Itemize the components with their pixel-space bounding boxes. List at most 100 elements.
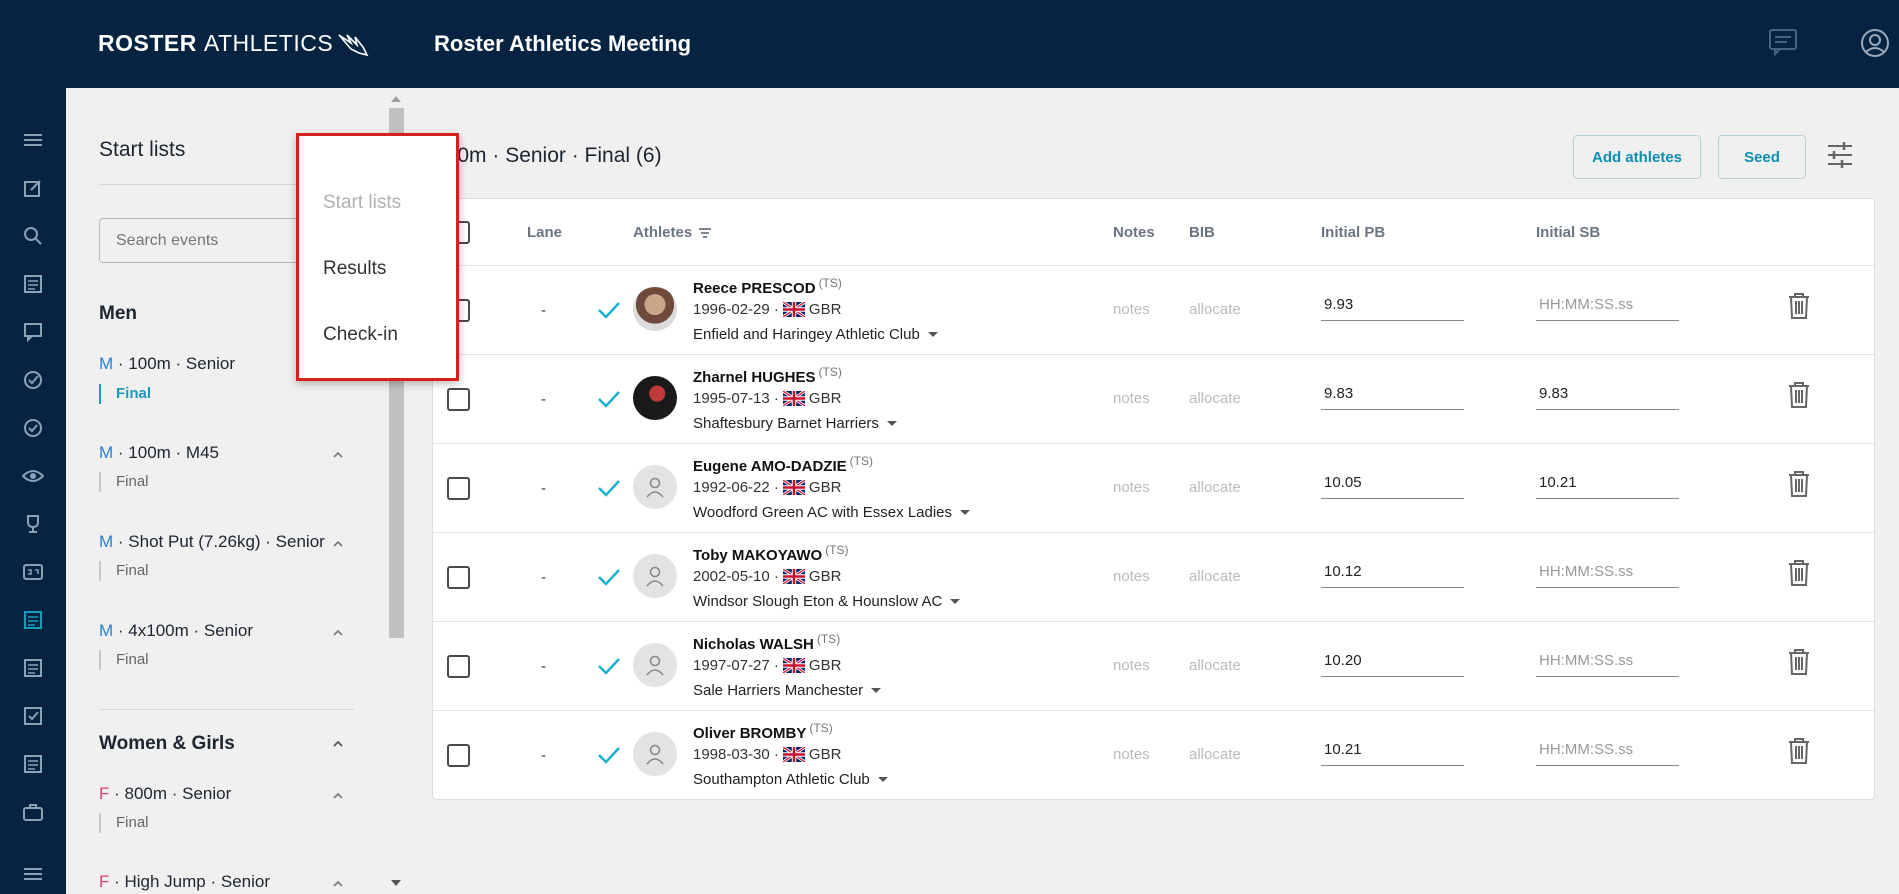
lane-value[interactable]: -: [541, 480, 546, 497]
round-item[interactable]: Final: [99, 650, 149, 670]
event-item[interactable]: M · 100m · M45: [99, 443, 219, 463]
bib-field[interactable]: allocate: [1189, 568, 1241, 585]
trash-icon[interactable]: [1788, 382, 1810, 408]
scroll-up-arrow[interactable]: [391, 96, 401, 102]
club-dropdown[interactable]: Enfield and Haringey Athletic Club: [693, 326, 938, 343]
chevron-up-icon[interactable]: [330, 788, 346, 804]
results-list-icon[interactable]: [21, 656, 45, 680]
lane-value[interactable]: -: [541, 658, 546, 675]
chevron-up-icon[interactable]: [330, 876, 346, 892]
report-icon[interactable]: [21, 752, 45, 776]
initial-pb-input[interactable]: 10.05: [1321, 469, 1464, 499]
column-header-athletes[interactable]: Athletes: [633, 224, 712, 241]
event-item[interactable]: M · Shot Put (7.26kg) · Senior: [99, 532, 325, 552]
initial-sb-input[interactable]: 9.83: [1536, 380, 1679, 410]
start-lists-icon[interactable]: [21, 608, 45, 632]
row-checkbox[interactable]: [447, 388, 470, 411]
trash-icon[interactable]: [1788, 560, 1810, 586]
lane-value[interactable]: -: [541, 747, 546, 764]
notes-field[interactable]: notes: [1113, 390, 1150, 407]
athlete-name-cell[interactable]: Toby MAKOYAWO (TS): [693, 543, 849, 564]
initial-pb-input[interactable]: 10.12: [1321, 558, 1464, 588]
athlete-name-cell[interactable]: Nicholas WALSH (TS): [693, 632, 840, 653]
event-item[interactable]: M · 4x100m · Senior: [99, 621, 253, 641]
table-row: - Zharnel HUGHES (TS) 1995-07-13 · GBR Sha…: [433, 354, 1874, 443]
initial-sb-input[interactable]: HH:MM:SS.ss: [1536, 736, 1679, 766]
round-item[interactable]: Final: [99, 813, 149, 833]
search-events-input[interactable]: [99, 218, 329, 263]
bib-field[interactable]: allocate: [1189, 746, 1241, 763]
roster-athletics-logo[interactable]: ROSTER ATHLETICS: [98, 30, 369, 57]
round-item-active[interactable]: Final: [99, 384, 151, 404]
row-checkbox[interactable]: [447, 744, 470, 767]
checkbox-icon[interactable]: [21, 704, 45, 728]
menu-icon[interactable]: [21, 128, 45, 152]
chevron-up-icon[interactable]: [330, 736, 346, 752]
trash-icon[interactable]: [1788, 293, 1810, 319]
bib-field[interactable]: allocate: [1189, 301, 1241, 318]
athlete-name-cell[interactable]: Oliver BROMBY (TS): [693, 721, 833, 742]
notes-field[interactable]: notes: [1113, 301, 1150, 318]
chevron-up-icon[interactable]: [330, 625, 346, 641]
approve-circle-icon[interactable]: [21, 416, 45, 440]
tune-settings-icon[interactable]: [1826, 141, 1854, 169]
trash-icon[interactable]: [1788, 649, 1810, 675]
notes-field[interactable]: notes: [1113, 657, 1150, 674]
filter-icon[interactable]: [698, 227, 712, 239]
check-circle-icon[interactable]: [21, 368, 45, 392]
athlete-name-cell[interactable]: Reece PRESCOD (TS): [693, 276, 842, 297]
row-checkbox[interactable]: [447, 477, 470, 500]
initial-pb-input[interactable]: 9.83: [1321, 380, 1464, 410]
eye-icon[interactable]: [21, 464, 45, 488]
expand-menu-icon[interactable]: [21, 862, 45, 886]
club-dropdown[interactable]: Southampton Athletic Club: [693, 771, 888, 788]
scoreboard-icon[interactable]: [21, 560, 45, 584]
athlete-name-cell[interactable]: Zharnel HUGHES (TS): [693, 365, 842, 386]
seed-button[interactable]: Seed: [1718, 135, 1806, 179]
menu-item-results[interactable]: Results: [323, 258, 386, 280]
trash-icon[interactable]: [1788, 471, 1810, 497]
chat-icon[interactable]: [1768, 28, 1798, 61]
row-checkbox[interactable]: [447, 566, 470, 589]
add-athletes-button[interactable]: Add athletes: [1573, 135, 1701, 179]
event-item[interactable]: F · 800m · Senior: [99, 784, 231, 804]
initial-sb-input[interactable]: 10.21: [1536, 469, 1679, 499]
bib-field[interactable]: allocate: [1189, 479, 1241, 496]
edit-icon[interactable]: [21, 176, 45, 200]
lane-value[interactable]: -: [541, 569, 546, 586]
club-dropdown[interactable]: Woodford Green AC with Essex Ladies: [693, 504, 971, 521]
row-checkbox[interactable]: [447, 655, 470, 678]
initial-sb-input[interactable]: HH:MM:SS.ss: [1536, 647, 1679, 677]
document-icon[interactable]: [21, 272, 45, 296]
event-item[interactable]: F · High Jump · Senior: [99, 872, 270, 892]
bib-field[interactable]: allocate: [1189, 657, 1241, 674]
initial-sb-input[interactable]: HH:MM:SS.ss: [1536, 291, 1679, 321]
chevron-up-icon[interactable]: [330, 536, 346, 552]
chevron-up-icon[interactable]: [330, 447, 346, 463]
trash-icon[interactable]: [1788, 738, 1810, 764]
round-item[interactable]: Final: [99, 472, 149, 492]
trophy-icon[interactable]: [21, 512, 45, 536]
scroll-down-arrow[interactable]: [391, 880, 401, 886]
initial-pb-input[interactable]: 10.20: [1321, 647, 1464, 677]
bib-field[interactable]: allocate: [1189, 390, 1241, 407]
club-dropdown[interactable]: Windsor Slough Eton & Hounslow AC: [693, 593, 961, 610]
club-dropdown[interactable]: Shaftesbury Barnet Harriers: [693, 415, 897, 432]
initial-pb-input[interactable]: 9.93: [1321, 291, 1464, 321]
round-item[interactable]: Final: [99, 561, 149, 581]
initial-pb-input[interactable]: 10.21: [1321, 736, 1464, 766]
menu-item-check-in[interactable]: Check-in: [323, 324, 398, 346]
club-dropdown[interactable]: Sale Harriers Manchester: [693, 682, 882, 699]
lane-value[interactable]: -: [541, 391, 546, 408]
search-icon[interactable]: [21, 224, 45, 248]
event-item[interactable]: M · 100m · Senior: [99, 354, 235, 374]
notes-field[interactable]: notes: [1113, 746, 1150, 763]
lane-value[interactable]: -: [541, 302, 546, 319]
athlete-name-cell[interactable]: Eugene AMO-DADZIE (TS): [693, 454, 873, 475]
notes-field[interactable]: notes: [1113, 479, 1150, 496]
message-icon[interactable]: [21, 320, 45, 344]
initial-sb-input[interactable]: HH:MM:SS.ss: [1536, 558, 1679, 588]
notes-field[interactable]: notes: [1113, 568, 1150, 585]
account-icon[interactable]: [1860, 28, 1890, 63]
briefcase-icon[interactable]: [21, 800, 45, 824]
